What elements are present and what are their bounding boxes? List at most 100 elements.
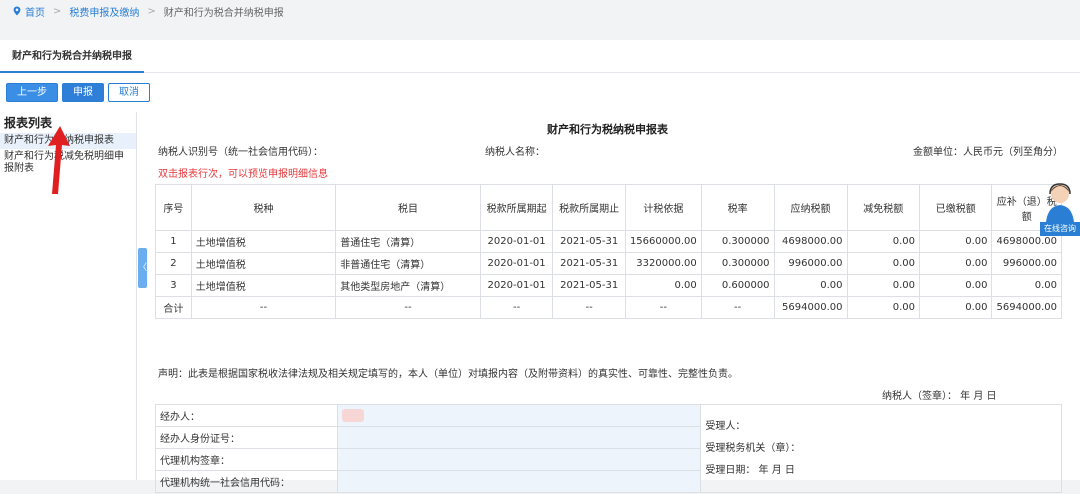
table-row: 经办人： 受理人： 受理税务机关（章）： 受理日期： 年 月 日	[155, 404, 1062, 493]
column-header: 税种	[190, 184, 337, 231]
cell: 0.600000	[700, 274, 775, 297]
breadcrumb-separator: >	[147, 5, 156, 17]
taxpayer-id-label: 纳税人识别号（统一社会信用代码）：	[158, 147, 323, 158]
cell: 0.300000	[700, 230, 775, 253]
online-consult-widget[interactable]: 在线咨询	[1040, 180, 1080, 236]
cell: --	[335, 296, 481, 319]
cell: 其他类型房地产（清算）	[335, 274, 481, 297]
cell: 2020-01-01	[479, 252, 554, 275]
table-total-row: 合计 -- -- -- -- -- -- 5694000.00 0.00 0.0…	[155, 296, 1062, 319]
column-header: 计税依据	[624, 184, 702, 231]
cell: 0.00	[846, 296, 920, 319]
column-header: 已缴税额	[918, 184, 993, 231]
column-header: 税款所属期起	[479, 184, 554, 231]
receiver-label: 受理人：	[705, 420, 746, 432]
support-agent-icon	[1046, 183, 1074, 222]
cell: 土地增值税	[190, 230, 337, 253]
breadcrumb-home[interactable]: 首页	[25, 4, 45, 19]
receive-date-label: 受理日期： 年 月 日	[705, 464, 795, 476]
agent-label: 经办人：	[155, 404, 338, 427]
toolbar: 上一步 申报 取消	[6, 83, 150, 102]
preview-hint: 双击报表行次，可以预览申报明细信息	[158, 169, 328, 180]
cell: 3320000.00	[624, 252, 702, 275]
taxpayer-name-label: 纳税人名称：	[485, 147, 545, 158]
table-header-row: 序号 税种 税目 税款所属期起 税款所属期止 计税依据 税率 应纳税额 减免税额…	[155, 184, 1062, 231]
cell: 0.00	[918, 252, 993, 275]
agency-code-label: 代理机构统一社会信用代码：	[155, 470, 338, 493]
signature-line: 纳税人（签章）： 年 月 日	[882, 391, 997, 402]
cell: 3	[155, 274, 192, 297]
cell: 15660000.00	[624, 230, 702, 253]
cell: 0.00	[846, 274, 920, 297]
cell: 0.00	[846, 230, 920, 253]
cell: 996000.00	[773, 252, 848, 275]
cell: 土地增值税	[190, 274, 337, 297]
form-title: 财产和行为税纳税申报表	[547, 123, 668, 136]
agency-code-input[interactable]	[336, 470, 702, 493]
currency-unit-label: 金额单位：人民币元（列至角分）	[913, 147, 1063, 158]
table-row[interactable]: 1 土地增值税 普通住宅（清算） 2020-01-01 2021-05-31 1…	[155, 230, 1062, 253]
cell: --	[552, 296, 626, 319]
breadcrumb-current: 财产和行为税合并纳税申报	[163, 7, 284, 19]
cell: 2021-05-31	[552, 252, 626, 275]
column-header: 序号	[155, 184, 192, 231]
agency-sign-label: 代理机构签章：	[155, 448, 338, 471]
cell: 普通住宅（清算）	[335, 230, 481, 253]
tax-office-label: 受理税务机关（章）：	[705, 442, 801, 454]
cell: 5694000.00	[773, 296, 848, 319]
cell: 996000.00	[991, 252, 1062, 275]
cell: 0.00	[846, 252, 920, 275]
cell: 0.300000	[700, 252, 775, 275]
column-header: 税款所属期止	[552, 184, 626, 231]
main-panel: 财产和行为税合并纳税申报 上一步 申报 取消 报表列表 财产和行为税纳税申报表 …	[0, 40, 1080, 493]
cell: 0.00	[991, 274, 1062, 297]
agency-sign-input[interactable]	[336, 448, 702, 471]
cell: 5694000.00	[991, 296, 1062, 319]
tab-property-tax[interactable]: 财产和行为税合并纳税申报	[0, 40, 144, 73]
cell: --	[700, 296, 775, 319]
sidebar-collapse-toggle[interactable]: 〈	[138, 248, 147, 288]
cell: 非普通住宅（清算）	[335, 252, 481, 275]
cell: 2021-05-31	[552, 274, 626, 297]
column-header: 税目	[335, 184, 481, 231]
cancel-button[interactable]: 取消	[108, 83, 150, 102]
cell: 0.00	[624, 274, 702, 297]
cell: 0.00	[918, 230, 993, 253]
declaration-text: 声明：此表是根据国家税收法律法规及相关规定填写的，本人（单位）对填报内容（及附带…	[158, 369, 738, 380]
breadcrumb: 首页 > 税费申报及缴纳 > 财产和行为税合并纳税申报	[0, 0, 1080, 22]
receipt-cell: 受理人： 受理税务机关（章）： 受理日期： 年 月 日	[700, 404, 1062, 493]
cell: 4698000.00	[773, 230, 848, 253]
table-row[interactable]: 3 土地增值税 其他类型房地产（清算） 2020-01-01 2021-05-3…	[155, 274, 1062, 297]
cell: --	[479, 296, 554, 319]
cell: 2020-01-01	[479, 274, 554, 297]
cell: 0.00	[773, 274, 848, 297]
breadcrumb-level1[interactable]: 税费申报及缴纳	[69, 4, 139, 19]
agent-input[interactable]	[336, 404, 702, 427]
cell: 2	[155, 252, 192, 275]
column-header: 应纳税额	[773, 184, 848, 231]
cell: --	[190, 296, 337, 319]
form-area: 财产和行为税纳税申报表 纳税人识别号（统一社会信用代码）： 纳税人名称： 金额单…	[155, 112, 1065, 493]
location-pin-icon	[13, 6, 21, 16]
submit-button[interactable]: 申报	[62, 83, 104, 102]
cell: 2021-05-31	[552, 230, 626, 253]
prev-step-button[interactable]: 上一步	[6, 83, 58, 102]
cell: 2020-01-01	[479, 230, 554, 253]
cell: 0.00	[918, 274, 993, 297]
red-arrow-annotation	[48, 126, 70, 194]
table-row[interactable]: 2 土地增值税 非普通住宅（清算） 2020-01-01 2021-05-31 …	[155, 252, 1062, 275]
cell: 土地增值税	[190, 252, 337, 275]
cell: 1	[155, 230, 192, 253]
online-consult-label[interactable]: 在线咨询	[1040, 222, 1080, 236]
handler-table: 经办人： 受理人： 受理税务机关（章）： 受理日期： 年 月 日 经办人身份证号…	[155, 404, 1062, 493]
agent-id-label: 经办人身份证号：	[155, 426, 338, 449]
agent-id-input[interactable]	[336, 426, 702, 449]
column-header: 税率	[700, 184, 775, 231]
cell: --	[624, 296, 702, 319]
tax-table: 序号 税种 税目 税款所属期起 税款所属期止 计税依据 税率 应纳税额 减免税额…	[155, 184, 1062, 319]
cell: 合计	[155, 296, 192, 319]
tab-bar: 财产和行为税合并纳税申报	[0, 40, 1080, 73]
redacted-value	[341, 409, 364, 422]
cell: 0.00	[918, 296, 993, 319]
breadcrumb-separator: >	[53, 5, 62, 17]
